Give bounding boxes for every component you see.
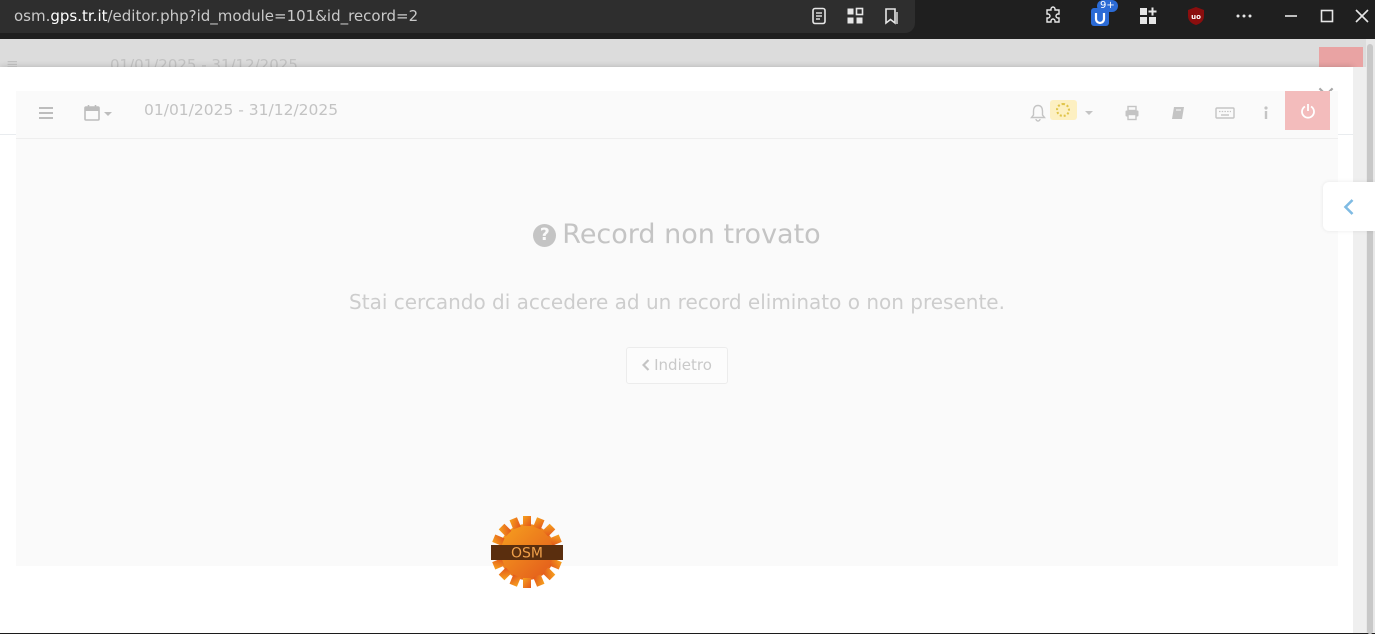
osm-logo: OSM bbox=[491, 516, 563, 588]
error-message: Stai cercando di accedere ad un record e… bbox=[349, 290, 1005, 314]
calendar-dropdown-icon[interactable] bbox=[84, 104, 116, 122]
address-host: gps.tr.it bbox=[50, 7, 108, 25]
underlying-menu-icon: ≡ bbox=[6, 55, 19, 67]
minimize-icon[interactable] bbox=[1281, 6, 1301, 26]
browser-chrome: osm.gps.tr.it/editor.php?id_module=101&i… bbox=[0, 0, 1375, 39]
print-icon[interactable] bbox=[1123, 104, 1141, 122]
bookmark-icon[interactable] bbox=[881, 6, 901, 26]
keyboard-shortcuts-icon[interactable] bbox=[1214, 105, 1236, 121]
period-date-range[interactable]: 01/01/2025 - 31/12/2025 bbox=[144, 101, 338, 119]
modal-scrollbar[interactable] bbox=[1353, 67, 1366, 633]
more-menu-icon[interactable] bbox=[1234, 6, 1254, 26]
address-url[interactable]: osm.gps.tr.it/editor.php?id_module=101&i… bbox=[14, 7, 418, 25]
reader-mode-icon[interactable] bbox=[809, 6, 829, 26]
logo-text: OSM bbox=[511, 546, 543, 562]
page-title: ? Record non trovato bbox=[16, 219, 1338, 250]
side-panel-toggle[interactable] bbox=[1323, 182, 1375, 231]
guide-book-icon[interactable] bbox=[1169, 104, 1187, 122]
apps-icon[interactable] bbox=[845, 6, 865, 26]
menu-toggle-icon[interactable] bbox=[38, 105, 54, 121]
power-icon bbox=[1300, 103, 1315, 119]
notification-loading-badge[interactable] bbox=[1050, 100, 1077, 120]
question-circle-icon: ? bbox=[533, 224, 557, 247]
address-bar[interactable]: osm.gps.tr.it/editor.php?id_module=101&i… bbox=[0, 0, 915, 33]
underlying-date-range: 01/01/2025 - 31/12/2025 bbox=[110, 56, 298, 67]
chevron-left-icon bbox=[1343, 198, 1354, 215]
address-path: /editor.php?id_module=101&id_record=2 bbox=[107, 7, 419, 25]
notifications-caret-icon[interactable] bbox=[1084, 109, 1094, 117]
chevron-left-icon bbox=[642, 349, 650, 384]
page-scrollbar-thumb[interactable] bbox=[1367, 44, 1373, 634]
page-scrollbar[interactable] bbox=[1366, 39, 1375, 634]
maximize-icon[interactable] bbox=[1317, 6, 1337, 26]
embedded-app-frame: 01/01/2025 - 31/12/2025 ? Record non trov… bbox=[16, 91, 1338, 588]
svg-text:uo: uo bbox=[1191, 13, 1201, 21]
app-navbar: 01/01/2025 - 31/12/2025 bbox=[16, 91, 1338, 139]
logout-power-button[interactable] bbox=[1285, 91, 1330, 130]
extensions-puzzle-icon[interactable] bbox=[1044, 6, 1064, 26]
loading-spinner-icon bbox=[1056, 103, 1070, 117]
extension-badge: 9+ bbox=[1097, 0, 1118, 12]
close-window-icon[interactable] bbox=[1352, 6, 1372, 26]
ublock-icon[interactable]: uo bbox=[1186, 6, 1206, 26]
back-button[interactable]: Indietro bbox=[626, 347, 728, 384]
add-extension-icon[interactable] bbox=[1138, 6, 1158, 26]
underlying-navbar: ≡ 01/01/2025 - 31/12/2025 bbox=[0, 39, 1366, 67]
info-icon[interactable] bbox=[1260, 104, 1272, 122]
notifications-bell-icon[interactable] bbox=[1029, 103, 1047, 123]
